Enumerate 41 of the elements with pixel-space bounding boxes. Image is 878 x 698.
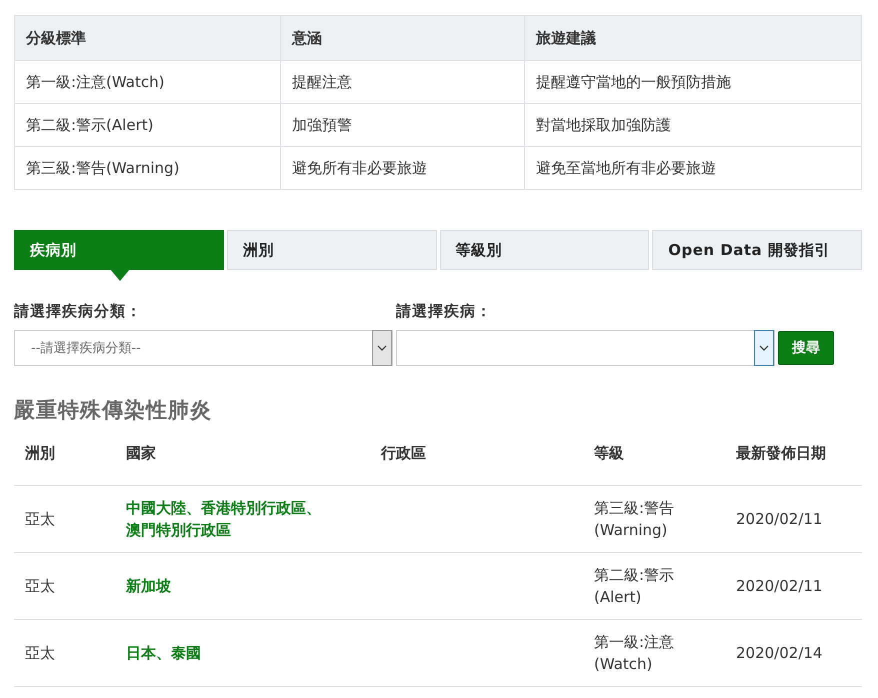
tab[interactable]: 等級別 [440, 230, 650, 270]
column-header: 最新發佈日期 [725, 444, 862, 486]
tab[interactable]: 洲別 [226, 230, 436, 270]
dropdown-field[interactable] [396, 330, 775, 366]
column-header: 意涵 [280, 16, 524, 60]
continent-text: 亞太 [25, 577, 55, 595]
chevron-down-icon [377, 345, 387, 351]
column-header: 等級 [583, 444, 725, 486]
column-header: 旅遊建議 [524, 16, 862, 60]
column-header: 國家 [115, 444, 370, 486]
field-label: 請選擇疾病分類： [14, 302, 143, 321]
table-cell: 避免至當地所有非必要旅遊 [524, 146, 862, 190]
date-text: 2020/02/14 [736, 644, 822, 662]
column-header: 行政區 [370, 444, 583, 486]
field-label: 請選擇疾病： [396, 302, 493, 321]
column-header: 分級標準 [14, 16, 280, 60]
column-header: 洲別 [14, 444, 115, 486]
country-link[interactable]: 新加坡 [126, 575, 171, 597]
country-link[interactable]: 日本、泰國 [126, 642, 201, 664]
date-text: 2020/02/11 [736, 577, 822, 595]
level-text: 第三級:警告(Warning) [594, 498, 676, 541]
table-cell: 第三級:警告(Warning) [14, 146, 280, 190]
country-link[interactable]: 中國大陸、香港特別行政區、澳門特別行政區 [126, 497, 331, 541]
chevron-down-icon [759, 345, 769, 351]
table-cell: 提醒遵守當地的一般預防措施 [524, 60, 862, 104]
search-button[interactable]: 搜尋 [778, 331, 834, 365]
level-text: 第一級:注意(Watch) [594, 632, 676, 675]
level-text: 第二級:警示(Alert) [594, 565, 676, 608]
date-text: 2020/02/11 [736, 510, 822, 528]
tab[interactable]: Open Data 開發指引 [652, 230, 862, 270]
continent-text: 亞太 [25, 510, 55, 528]
tab-pointer [110, 269, 130, 281]
dropdown-field[interactable]: --請選擇疾病分類-- [14, 330, 393, 366]
table-cell: 第一級:注意(Watch) [14, 60, 280, 104]
continent-text: 亞太 [25, 644, 55, 662]
section-title: 嚴重特殊傳染性肺炎 [14, 397, 213, 424]
table-cell: 對當地採取加強防護 [524, 104, 862, 146]
table-cell: 避免所有非必要旅遊 [280, 146, 524, 190]
table-cell: 提醒注意 [280, 60, 524, 104]
table-cell: 第二級:警示(Alert) [14, 104, 280, 146]
table-cell: 加強預警 [280, 104, 524, 146]
